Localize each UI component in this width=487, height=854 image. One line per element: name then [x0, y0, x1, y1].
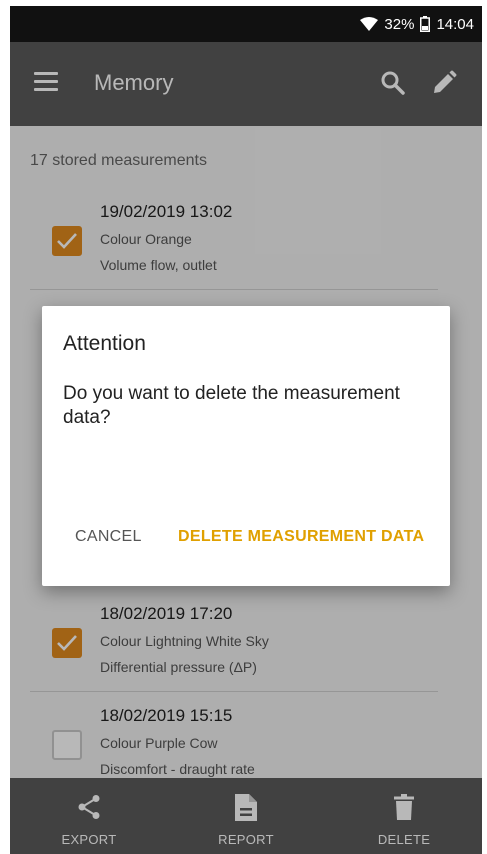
wifi-icon — [360, 17, 379, 31]
phone-screen: 32% 14:04 Memory 17 stored measurements … — [10, 6, 482, 854]
cancel-button[interactable]: CANCEL — [75, 528, 142, 546]
dialog-title: Attention — [63, 332, 146, 355]
confirm-delete-dialog: Attention Do you want to delete the meas… — [42, 306, 450, 586]
status-bar: 32% 14:04 — [10, 6, 482, 42]
delete-measurement-data-button[interactable]: DELETE MEASUREMENT DATA — [178, 528, 424, 546]
clock: 14:04 — [436, 15, 474, 33]
dialog-message: Do you want to delete the measurement da… — [63, 383, 400, 428]
battery-icon — [420, 16, 431, 32]
battery-percent: 32% — [384, 15, 415, 33]
